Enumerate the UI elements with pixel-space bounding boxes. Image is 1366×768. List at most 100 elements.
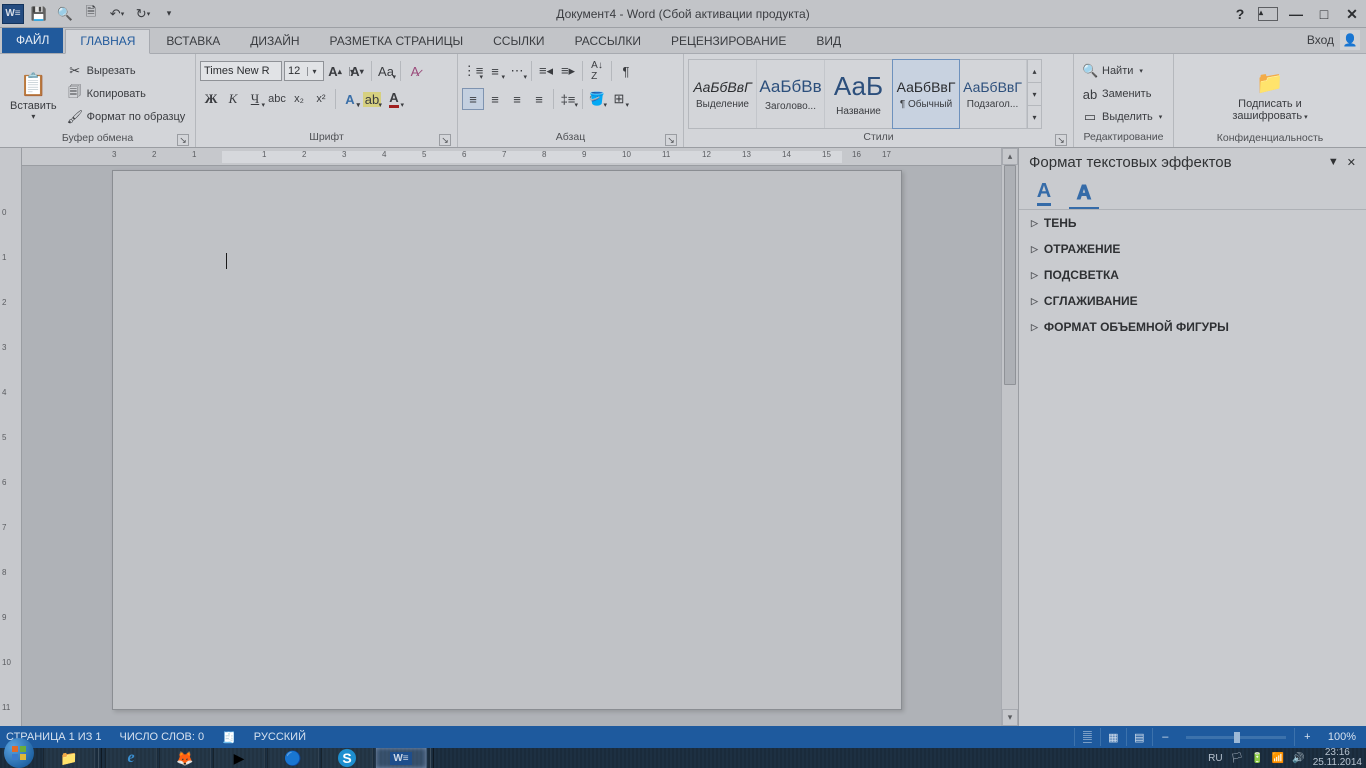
qat-customize-icon[interactable]: ▾ <box>160 5 178 23</box>
style-item-3[interactable]: АаБбВвГ¶ Обычный <box>892 59 960 129</box>
new-icon[interactable]: 🗎 <box>82 5 100 23</box>
app-icon[interactable]: W≡ <box>2 4 24 24</box>
style-gallery-scroll[interactable]: ▴ ▾ ▾ <box>1027 60 1041 128</box>
view-web-button[interactable]: ▤ <box>1126 728 1152 746</box>
taskpane-section-4[interactable]: ▷ФОРМАТ ОБЪЕМНОЙ ФИГУРЫ <box>1019 314 1366 340</box>
document-viewport[interactable]: 3211234567891011121314151617 <box>22 148 1001 726</box>
justify-button[interactable]: ≡ <box>528 88 550 110</box>
start-button[interactable] <box>0 748 42 768</box>
tab-layout[interactable]: РАЗМЕТКА СТРАНИЦЫ <box>316 30 478 53</box>
tab-view[interactable]: ВИД <box>802 30 855 53</box>
ribbon-display-button[interactable]: ▴ <box>1254 3 1282 25</box>
strikethrough-button[interactable]: abc <box>266 88 288 110</box>
zoom-in-button[interactable]: + <box>1294 728 1320 746</box>
style-item-2[interactable]: АаБНазвание <box>825 60 893 128</box>
style-item-0[interactable]: АаБбВвГВыделение <box>689 60 757 128</box>
tab-mailings[interactable]: РАССЫЛКИ <box>561 30 655 53</box>
tray-clock[interactable]: 23:16 25.11.2014 <box>1313 748 1362 768</box>
taskpane-tab-effects[interactable]: A <box>1069 179 1099 209</box>
multilevel-button[interactable]: ⋯ <box>506 60 528 82</box>
undo-icon[interactable]: ↶▾ <box>108 5 126 23</box>
scroll-thumb[interactable] <box>1004 165 1016 385</box>
help-button[interactable]: ? <box>1226 3 1254 25</box>
view-print-button[interactable]: ▦ <box>1100 728 1126 746</box>
tab-design[interactable]: ДИЗАЙН <box>236 30 313 53</box>
line-spacing-button[interactable]: ‡≡ <box>557 88 579 110</box>
font-size-input[interactable] <box>285 65 307 77</box>
style-down-button[interactable]: ▾ <box>1028 83 1041 106</box>
underline-button[interactable]: Ч <box>244 88 266 110</box>
maximize-button[interactable]: □ <box>1310 3 1338 25</box>
taskbar-skype[interactable]: S <box>321 748 373 768</box>
format-painter-button[interactable]: 🖌Формат по образцу <box>63 106 190 128</box>
status-proofing[interactable]: 🧾 <box>222 731 236 744</box>
taskbar-mediaplayer[interactable]: ▶ <box>213 748 265 768</box>
numbering-button[interactable]: ≡ <box>484 60 506 82</box>
select-button[interactable]: ▭Выделить▾ <box>1078 106 1166 128</box>
taskbar-explorer[interactable]: 📁 <box>43 748 95 768</box>
tray-flag-icon[interactable]: 🏳 <box>1231 753 1244 764</box>
styles-launcher[interactable]: ↘ <box>1055 134 1067 146</box>
tab-file[interactable]: ФАЙЛ <box>2 28 63 53</box>
page[interactable] <box>112 170 902 710</box>
taskbar-word[interactable]: W≡ <box>375 748 427 768</box>
vertical-ruler[interactable]: 01234567891011 <box>0 148 22 726</box>
vertical-scrollbar[interactable]: ▴ ▾ <box>1001 148 1018 726</box>
align-right-button[interactable]: ≡ <box>506 88 528 110</box>
bullets-button[interactable]: ⋮≡ <box>462 60 484 82</box>
style-item-1[interactable]: АаБбВвЗаголово... <box>757 60 825 128</box>
tray-lang[interactable]: RU <box>1208 753 1222 764</box>
cut-button[interactable]: ✂Вырезать <box>63 60 190 82</box>
open-icon[interactable]: 🔍 <box>56 5 74 23</box>
sign-in[interactable]: Вход 👤 <box>1307 30 1360 50</box>
find-button[interactable]: 🔍Найти▾ <box>1078 60 1166 82</box>
bold-button[interactable]: Ж <box>200 88 222 110</box>
status-word-count[interactable]: ЧИСЛО СЛОВ: 0 <box>120 731 205 743</box>
style-item-4[interactable]: АаБбВвГПодзагол... <box>959 60 1027 128</box>
font-size-combo[interactable]: ▾ <box>284 61 324 81</box>
superscript-button[interactable]: x² <box>310 88 332 110</box>
status-language[interactable]: РУССКИЙ <box>254 731 306 743</box>
change-case-button[interactable]: Aa <box>375 60 397 82</box>
paste-button[interactable]: 📋 Вставить ▾ <box>4 56 63 132</box>
clipboard-launcher[interactable]: ↘ <box>177 134 189 146</box>
scroll-up-button[interactable]: ▴ <box>1002 148 1018 165</box>
sign-encrypt-button[interactable]: 📁 Подписать и зашифровать ▾ <box>1178 56 1362 132</box>
chevron-down-icon[interactable]: ▾ <box>307 67 321 76</box>
tab-references[interactable]: ССЫЛКИ <box>479 30 558 53</box>
taskpane-menu-button[interactable]: ▼ <box>1328 156 1339 169</box>
tray-volume-icon[interactable]: 🔊 <box>1292 753 1304 764</box>
tab-review[interactable]: РЕЦЕНЗИРОВАНИЕ <box>657 30 800 53</box>
save-icon[interactable]: 💾 <box>30 5 48 23</box>
copy-button[interactable]: 🗐Копировать <box>63 83 190 105</box>
taskbar-ie[interactable]: e <box>105 748 157 768</box>
tray-battery-icon[interactable]: 🔋 <box>1251 753 1263 764</box>
italic-button[interactable]: К <box>222 88 244 110</box>
zoom-slider[interactable] <box>1186 736 1286 739</box>
taskpane-tab-fill[interactable]: A <box>1029 179 1059 209</box>
font-color-button[interactable]: A <box>383 88 405 110</box>
style-more-button[interactable]: ▾ <box>1028 106 1041 128</box>
clear-formatting-button[interactable]: A̷ <box>404 60 426 82</box>
shrink-font-button[interactable]: A▾ <box>346 60 368 82</box>
grow-font-button[interactable]: A▴ <box>324 60 346 82</box>
tab-insert[interactable]: ВСТАВКА <box>152 30 234 53</box>
align-center-button[interactable]: ≡ <box>484 88 506 110</box>
zoom-thumb[interactable] <box>1234 732 1240 743</box>
subscript-button[interactable]: x₂ <box>288 88 310 110</box>
show-marks-button[interactable]: ¶ <box>615 60 637 82</box>
align-left-button[interactable]: ≡ <box>462 88 484 110</box>
text-effects-button[interactable]: A <box>339 88 361 110</box>
zoom-out-button[interactable]: – <box>1152 728 1178 746</box>
taskpane-section-0[interactable]: ▷ТЕНЬ <box>1019 210 1366 236</box>
zoom-level[interactable]: 100% <box>1328 731 1356 743</box>
taskpane-section-3[interactable]: ▷СГЛАЖИВАНИЕ <box>1019 288 1366 314</box>
taskpane-section-1[interactable]: ▷ОТРАЖЕНИЕ <box>1019 236 1366 262</box>
decrease-indent-button[interactable]: ≡◂ <box>535 60 557 82</box>
replace-button[interactable]: abЗаменить <box>1078 83 1166 105</box>
sort-button[interactable]: A↓Z <box>586 60 608 82</box>
scroll-track[interactable] <box>1002 165 1018 709</box>
increase-indent-button[interactable]: ≡▸ <box>557 60 579 82</box>
borders-button[interactable]: ⊞ <box>608 88 630 110</box>
taskbar-firefox[interactable]: 🦊 <box>159 748 211 768</box>
